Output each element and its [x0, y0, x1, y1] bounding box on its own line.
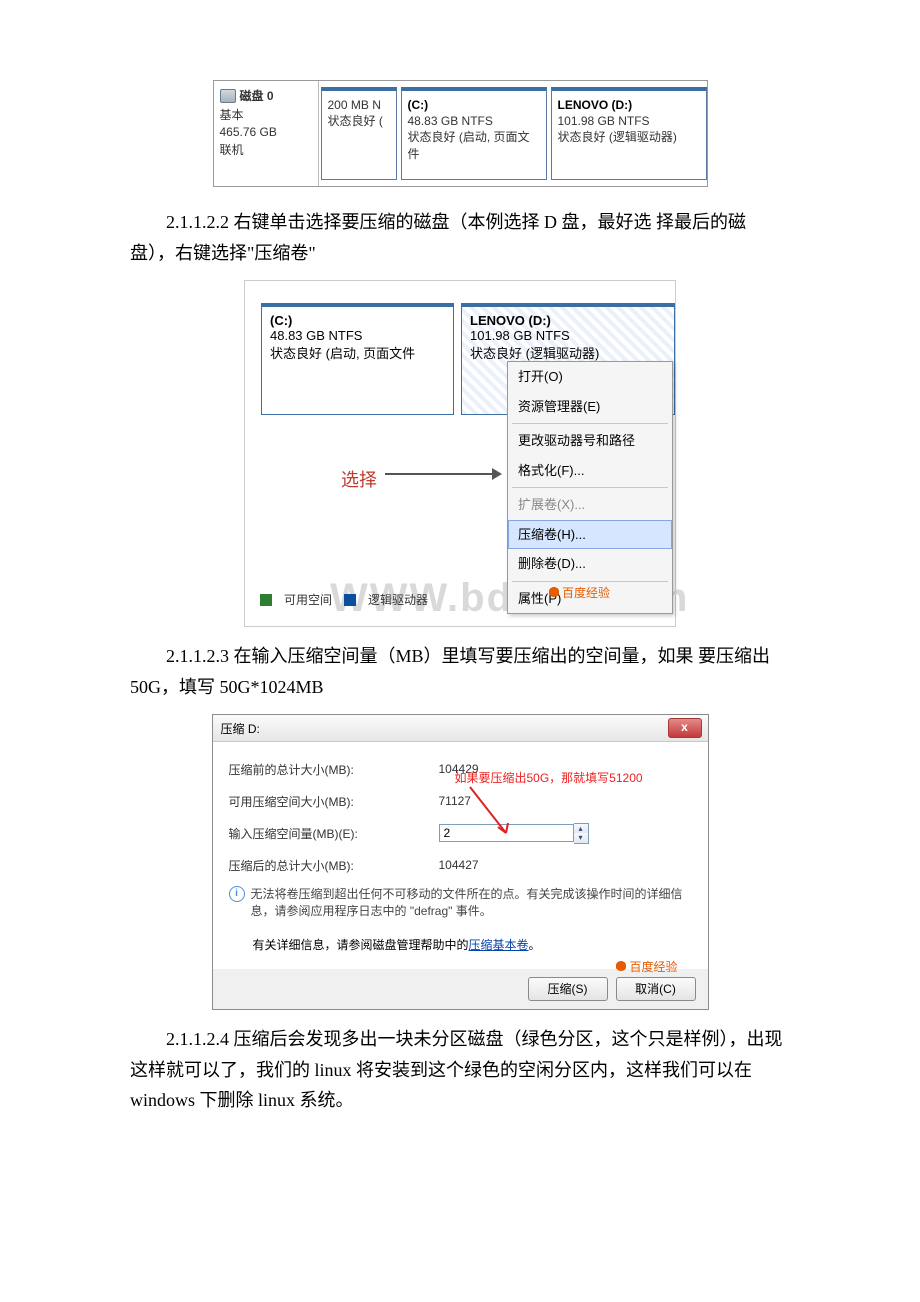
disk-left: 磁盘 0 基本 465.76 GB 联机 [214, 81, 319, 186]
paragraph-1: 2.1.1.2.2 右键单击选择要压缩的磁盘（本例选择 D 盘，最好选 择最后的… [130, 207, 790, 268]
menu-format[interactable]: 格式化(F)... [508, 456, 672, 486]
shrink-callout: 如果要压缩出50G，那就填写51200 [455, 769, 643, 786]
disk-icon [220, 89, 236, 103]
lbl-shrink-amount: 输入压缩空间量(MB)(E): [229, 825, 439, 842]
baidu-watermark-2: 百度经验 [615, 958, 677, 975]
lbl-avail-shrink: 可用压缩空间大小(MB): [229, 793, 439, 810]
lbl-before-size: 压缩前的总计大小(MB): [229, 761, 439, 778]
disk-status: 联机 [220, 141, 312, 158]
legend-logical-label: 逻辑驱动器 [368, 591, 428, 608]
paragraph-2: 2.1.1.2.3 在输入压缩空间量（MB）里填写要压缩出的空间量，如果 要压缩… [130, 641, 790, 702]
menu-open[interactable]: 打开(O) [508, 362, 672, 392]
ctx-d-status: 状态良好 (逻辑驱动器) [470, 343, 666, 362]
menu-explorer[interactable]: 资源管理器(E) [508, 392, 672, 422]
disk-type: 基本 [220, 106, 312, 123]
legend: 可用空间 逻辑驱动器 [260, 591, 428, 608]
spin-up-icon[interactable]: ▴ [574, 824, 588, 834]
shrink-dialog: 压缩 D: x 如果要压缩出50G，那就填写51200 压缩前的总计大小(MB)… [212, 714, 709, 1010]
callout-arrow [468, 785, 508, 829]
baidu-paw-icon [548, 585, 560, 597]
help-link[interactable]: 压缩基本卷 [469, 938, 529, 952]
shrink-button[interactable]: 压缩(S) [528, 977, 608, 1001]
partition-3: LENOVO (D:) 101.98 GB NTFS 状态良好 (逻辑驱动器) [551, 87, 707, 180]
ctx-c-size: 48.83 GB NTFS [270, 328, 445, 343]
legend-free-swatch [260, 594, 272, 606]
context-menu-screenshot: WWW.bdocx.com (C:) 48.83 GB NTFS 状态良好 (启… [244, 280, 676, 627]
shrink-note: 无法将卷压缩到超出任何不可移动的文件所在的点。有关完成该操作时间的详细信息，请参… [251, 886, 692, 920]
dialog-title-bar: 压缩 D: [213, 715, 708, 742]
spinner-buttons[interactable]: ▴ ▾ [574, 823, 589, 844]
baidu-paw-icon [615, 959, 627, 971]
disk-layout: 磁盘 0 基本 465.76 GB 联机 200 MB N 状态良好 ( (C:… [213, 80, 708, 187]
p3-status: 状态良好 (逻辑驱动器) [558, 129, 700, 145]
ctx-d-size: 101.98 GB NTFS [470, 328, 666, 343]
menu-shrink[interactable]: 压缩卷(H)... [508, 520, 672, 550]
p3-name: LENOVO (D:) [558, 97, 700, 113]
cancel-button[interactable]: 取消(C) [616, 977, 696, 1001]
lbl-after-size: 压缩后的总计大小(MB): [229, 857, 439, 874]
spin-down-icon[interactable]: ▾ [574, 833, 588, 843]
menu-change-path[interactable]: 更改驱动器号和路径 [508, 426, 672, 456]
p1-status: 状态良好 ( [328, 113, 390, 129]
ctx-part-c: (C:) 48.83 GB NTFS 状态良好 (启动, 页面文件 [261, 303, 454, 415]
ctx-c-status: 状态良好 (启动, 页面文件 [270, 343, 445, 362]
p2-name: (C:) [408, 97, 540, 113]
paragraph-3: 2.1.1.2.4 压缩后会发现多出一块未分区磁盘（绿色分区，这个只是样例），出… [130, 1024, 790, 1116]
select-arrow [385, 473, 500, 475]
p3-size: 101.98 GB NTFS [558, 113, 700, 129]
disk-name: 磁盘 0 [240, 87, 274, 104]
ctx-d-name: LENOVO (D:) [470, 313, 666, 328]
help-post: 。 [529, 938, 541, 952]
p2-size: 48.83 GB NTFS [408, 113, 540, 129]
disk-size: 465.76 GB [220, 125, 312, 139]
partition-1: 200 MB N 状态良好 ( [321, 87, 397, 180]
context-menu: 打开(O) 资源管理器(E) 更改驱动器号和路径 格式化(F)... 扩展卷(X… [507, 361, 673, 614]
p1-size: 200 MB N [328, 97, 390, 113]
info-icon: i [229, 886, 245, 902]
close-button[interactable]: x [668, 718, 702, 738]
legend-logical-swatch [344, 594, 356, 606]
p2-status: 状态良好 (启动, 页面文件 [408, 129, 540, 161]
dialog-title: 压缩 D: [221, 720, 260, 737]
val-after-size: 104427 [439, 858, 692, 872]
baidu-watermark-1: 百度经验 [548, 584, 610, 601]
menu-extend: 扩展卷(X)... [508, 490, 672, 520]
menu-delete[interactable]: 删除卷(D)... [508, 549, 672, 579]
ctx-c-name: (C:) [270, 313, 445, 328]
legend-free-label: 可用空间 [284, 591, 332, 608]
partition-2: (C:) 48.83 GB NTFS 状态良好 (启动, 页面文件 [401, 87, 547, 180]
help-pre: 有关详细信息，请参阅磁盘管理帮助中的 [253, 938, 469, 952]
select-label: 选择 [341, 466, 377, 492]
